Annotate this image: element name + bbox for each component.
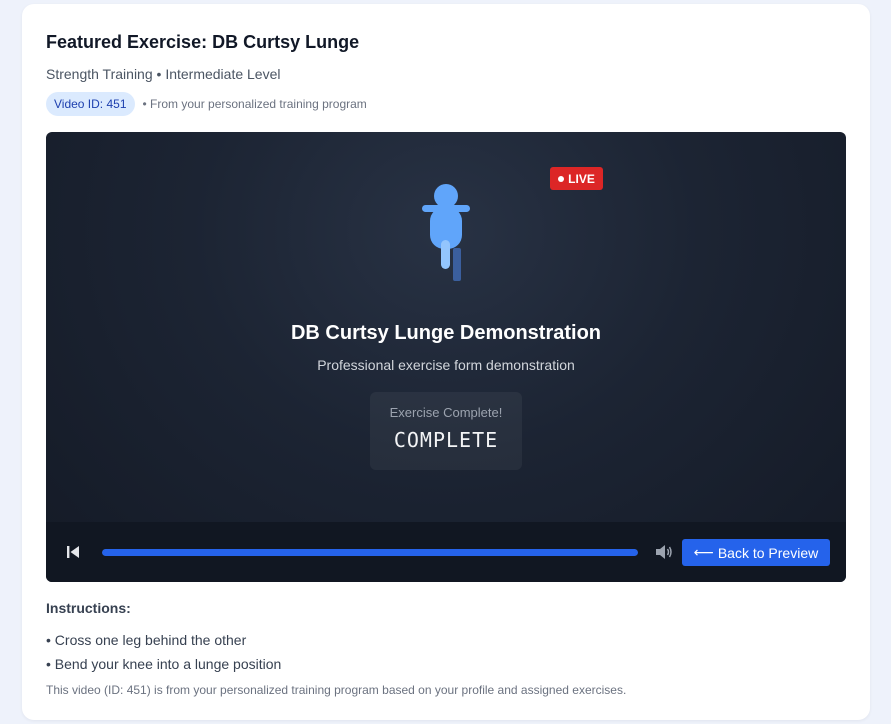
back-arrow-icon: ⟵ <box>693 544 714 560</box>
instructions-heading: Instructions: <box>46 600 131 616</box>
back-button-label: Back to Preview <box>717 544 819 561</box>
live-dot-icon <box>558 175 565 182</box>
demo-title: DB Curtsy Lunge Demonstration <box>290 322 602 344</box>
source-note: • From your personalized training progra… <box>142 97 367 111</box>
category-label: Strength Training <box>46 66 153 82</box>
live-badge: LIVE <box>550 167 603 190</box>
instruction-item: • Bend your knee into a lunge position <box>46 656 282 672</box>
level-label: Intermediate Level <box>165 66 281 82</box>
skip-back-icon[interactable] <box>66 545 80 559</box>
exercise-card: Featured Exercise: DB Curtsy Lunge Stren… <box>22 4 870 720</box>
page-title: Featured Exercise: DB Curtsy Lunge <box>46 32 360 52</box>
back-to-preview-button[interactable]: ⟵ Back to Preview <box>682 539 830 566</box>
separator: • <box>156 66 162 82</box>
meta-row: Video ID: 451 • From your personalized t… <box>46 92 367 116</box>
video-player[interactable]: LIVE DB Curtsy Lunge Demonstration Profe… <box>46 132 846 582</box>
live-label: LIVE <box>568 171 595 186</box>
instruction-item: • Cross one leg behind the other <box>46 632 247 648</box>
status-value: COMPLETE <box>393 428 499 452</box>
progress-fill <box>102 549 638 556</box>
player-controls: ⟵ Back to Preview <box>46 522 846 582</box>
footnote: This video (ID: 451) is from your person… <box>46 683 627 697</box>
video-id-badge: Video ID: 451 <box>46 92 135 116</box>
progress-bar[interactable] <box>102 549 638 556</box>
status-label: Exercise Complete! <box>389 405 503 420</box>
instructions-list: • Cross one leg behind the other • Bend … <box>46 628 281 676</box>
volume-icon[interactable] <box>655 544 673 560</box>
status-box: Exercise Complete! COMPLETE <box>370 392 522 470</box>
exercise-figure-icon <box>422 184 470 281</box>
demo-subtitle: Professional exercise form demonstration <box>317 357 575 373</box>
exercise-subtitle: Strength Training • Intermediate Level <box>46 66 281 82</box>
